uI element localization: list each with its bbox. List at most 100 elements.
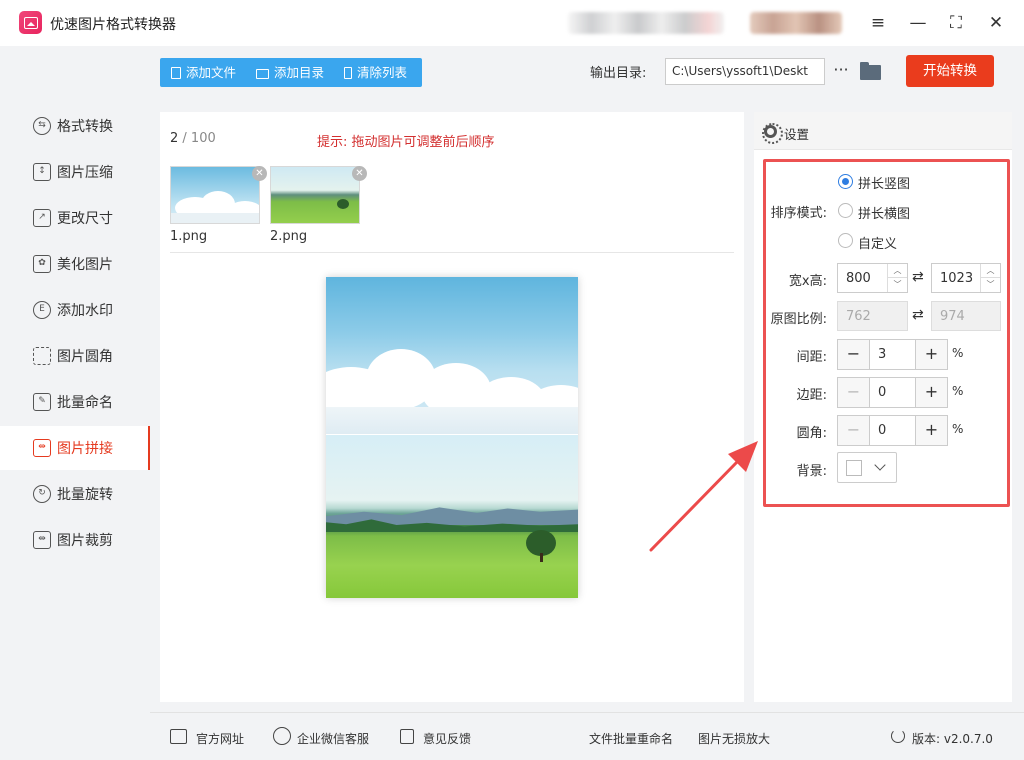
margin-label: 边距: xyxy=(796,388,827,403)
format-convert-icon: ⇆ xyxy=(33,117,51,135)
chevron-down-icon xyxy=(874,459,886,471)
sidebar-item-beautify[interactable]: ✿ 美化图片 xyxy=(0,242,150,286)
open-folder-icon[interactable] xyxy=(860,62,881,80)
rotate-icon: ↻ xyxy=(33,485,51,503)
radius-plus-button[interactable]: + xyxy=(915,416,947,445)
remove-thumbnail-1-button[interactable]: ✕ xyxy=(252,166,267,181)
sidebar-item-format-convert[interactable]: ⇆ 格式转换 xyxy=(0,104,150,148)
radio-horizontal-label: 拼长横图 xyxy=(858,207,911,222)
margin-value: 0 xyxy=(878,385,887,400)
background-color-swatch xyxy=(846,460,862,476)
width-input[interactable]: 800 ︿ ﹀ xyxy=(837,263,908,293)
sidebar-item-label: 美化图片 xyxy=(57,257,113,273)
spacing-plus-button[interactable]: + xyxy=(915,340,947,369)
add-file-button[interactable]: 添加文件 xyxy=(171,58,236,87)
thumbnail-1-name: 1.png xyxy=(170,229,208,244)
crop-icon: ⇹ xyxy=(33,531,51,549)
beautify-icon: ✿ xyxy=(33,255,51,273)
sidebar-item-label: 图片拼接 xyxy=(57,441,113,457)
radio-vertical-label: 拼长竖图 xyxy=(858,177,911,192)
ratio-width-value: 762 xyxy=(846,309,871,324)
sidebar-item-label: 批量命名 xyxy=(57,395,113,411)
blurred-account-info xyxy=(568,12,724,34)
sidebar-item-watermark[interactable]: E 添加水印 xyxy=(0,288,150,332)
height-spinner[interactable]: ︿ ﹀ xyxy=(980,264,1000,292)
height-input[interactable]: 1023 ︿ ﹀ xyxy=(931,263,1001,293)
menu-button[interactable]: ≡ xyxy=(865,11,891,35)
remove-thumbnail-2-button[interactable]: ✕ xyxy=(352,166,367,181)
sidebar-item-label: 图片圆角 xyxy=(57,349,113,365)
sidebar-item-stitch[interactable]: ⇹ 图片拼接 xyxy=(0,426,150,470)
add-file-label: 添加文件 xyxy=(186,65,237,80)
sidebar-item-label: 添加水印 xyxy=(57,303,113,319)
margin-minus-button[interactable]: − xyxy=(838,378,870,407)
radius-minus-button[interactable]: − xyxy=(838,416,870,445)
round-corner-icon xyxy=(33,347,51,365)
maximize-button[interactable]: ⛶ xyxy=(943,11,969,35)
clear-list-button[interactable]: 清除列表 xyxy=(344,58,407,87)
sidebar: ⇆ 格式转换 ↕ 图片压缩 ↗ 更改尺寸 ✿ 美化图片 E 添加水印 图片圆角 … xyxy=(0,46,150,760)
divider xyxy=(170,252,734,253)
settings-title: 设置 xyxy=(784,127,810,142)
radio-horizontal[interactable] xyxy=(838,203,853,218)
compress-icon: ↕ xyxy=(33,163,51,181)
spacing-unit: % xyxy=(952,346,964,360)
file-count: 2 / 100 xyxy=(170,131,216,146)
sidebar-item-label: 格式转换 xyxy=(57,119,113,135)
file-toolbar: 添加文件 添加目录 清除列表 xyxy=(160,58,422,87)
swap-ratio-icon: ⇄ xyxy=(912,307,924,323)
stitch-icon: ⇹ xyxy=(33,439,51,457)
trash-icon xyxy=(344,67,352,79)
ratio-width-field: 762 xyxy=(837,301,908,331)
radio-custom[interactable] xyxy=(838,233,853,248)
sidebar-item-label: 更改尺寸 xyxy=(57,211,113,227)
swap-size-icon[interactable]: ⇄ xyxy=(912,269,924,285)
radio-vertical[interactable] xyxy=(838,174,853,189)
sidebar-item-rename[interactable]: ✎ 批量命名 xyxy=(0,380,150,424)
margin-stepper[interactable]: − 0 + xyxy=(837,377,948,408)
radius-stepper[interactable]: − 0 + xyxy=(837,415,948,446)
sidebar-item-compress[interactable]: ↕ 图片压缩 xyxy=(0,150,150,194)
stitched-preview xyxy=(326,277,578,598)
clear-list-label: 清除列表 xyxy=(357,65,408,80)
sidebar-item-label: 图片裁剪 xyxy=(57,533,113,549)
version-label: 版本: v2.0.7.0 xyxy=(912,732,993,746)
lossless-upscale-link[interactable]: 图片无损放大 xyxy=(698,730,770,747)
settings-header: 设置 xyxy=(754,112,1012,150)
app-logo-icon xyxy=(19,11,42,34)
start-convert-button[interactable]: 开始转换 xyxy=(906,55,994,87)
drag-hint: 提示: 拖动图片可调整前后顺序 xyxy=(317,135,495,150)
minimize-button[interactable]: — xyxy=(905,11,931,35)
sidebar-item-label: 图片压缩 xyxy=(57,165,113,181)
close-button[interactable]: ✕ xyxy=(983,11,1009,35)
add-directory-label: 添加目录 xyxy=(274,65,325,80)
add-directory-button[interactable]: 添加目录 xyxy=(256,58,324,87)
thumbnail-2[interactable] xyxy=(270,166,360,224)
website-link[interactable]: 官方网址 xyxy=(196,730,244,747)
sidebar-item-crop[interactable]: ⇹ 图片裁剪 xyxy=(0,518,150,562)
feedback-link[interactable]: 意见反馈 xyxy=(423,730,471,747)
sidebar-item-label: 批量旋转 xyxy=(57,487,113,503)
batch-rename-link[interactable]: 文件批量重命名 xyxy=(589,730,673,747)
sidebar-item-resize[interactable]: ↗ 更改尺寸 xyxy=(0,196,150,240)
spacing-stepper[interactable]: − 3 + xyxy=(837,339,948,370)
more-options-button[interactable]: ··· xyxy=(831,58,851,85)
sidebar-item-rotate[interactable]: ↻ 批量旋转 xyxy=(0,472,150,516)
spacing-value: 3 xyxy=(878,347,887,362)
width-value: 800 xyxy=(846,271,871,286)
watermark-icon: E xyxy=(33,301,51,319)
width-spinner[interactable]: ︿ ﹀ xyxy=(887,264,907,292)
background-color-select[interactable] xyxy=(837,452,897,483)
output-dir-field[interactable]: C:\Users\yssoft1\Deskt xyxy=(665,58,825,85)
margin-plus-button[interactable]: + xyxy=(915,378,947,407)
output-dir-label: 输出目录: xyxy=(590,66,647,81)
title-bar: 优速图片格式转换器 ≡ — ⛶ ✕ xyxy=(0,0,1024,46)
refresh-icon[interactable] xyxy=(891,729,905,743)
preview-field-image xyxy=(326,435,578,598)
wechat-support-link[interactable]: 企业微信客服 xyxy=(297,730,369,747)
spacing-minus-button[interactable]: − xyxy=(838,340,870,369)
preview-sky-image xyxy=(326,277,578,434)
sidebar-item-round-corner[interactable]: 图片圆角 xyxy=(0,334,150,378)
thumbnail-1[interactable] xyxy=(170,166,260,224)
radius-value: 0 xyxy=(878,423,887,438)
